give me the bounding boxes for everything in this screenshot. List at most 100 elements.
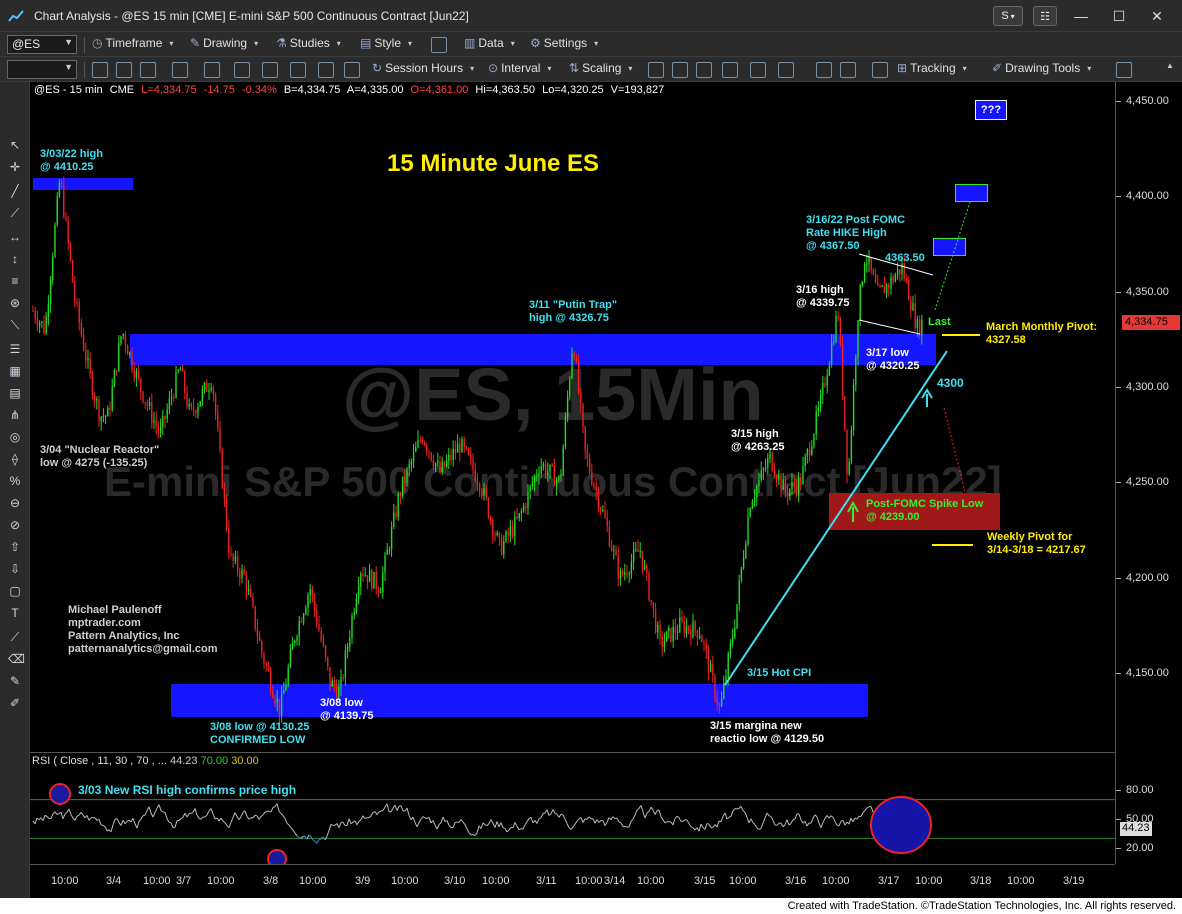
drawing-menu[interactable]: ✎ Drawing ▾ xyxy=(190,36,258,50)
price-candle-body xyxy=(223,488,226,498)
minus-tool-icon[interactable]: ⊖ xyxy=(8,496,22,510)
eyedropper-tool-icon[interactable]: ✎ xyxy=(8,674,22,688)
price-candle-body xyxy=(703,642,705,644)
data-menu[interactable]: ▥ Data ▾ xyxy=(464,36,515,50)
bars-down-icon[interactable] xyxy=(172,62,188,78)
price-candle-body xyxy=(837,316,839,319)
link-icon[interactable] xyxy=(318,62,334,78)
rsi-segment xyxy=(68,808,72,815)
fib-ext-tool-icon[interactable]: ▦ xyxy=(8,364,22,378)
regression-tool-icon[interactable]: ⟍ xyxy=(8,318,22,332)
rsi-segment xyxy=(850,817,854,823)
style-menu[interactable]: ▤ Style ▾ xyxy=(360,36,412,50)
bar-style-icon[interactable] xyxy=(648,62,664,78)
tracking-menu[interactable]: ⊞ Tracking ▾ xyxy=(897,61,967,75)
price-candle-body xyxy=(419,439,421,441)
candle-style-icon[interactable] xyxy=(672,62,688,78)
pointer-icon[interactable] xyxy=(750,62,766,78)
zoom-out-icon[interactable] xyxy=(116,62,132,78)
price-axis[interactable]: 4,450.00 4,400.00 4,350.00 4,300.00 4,25… xyxy=(1115,82,1182,864)
scaling-menu[interactable]: ⇅ Scaling ▾ xyxy=(569,61,632,75)
rsi-segment xyxy=(204,814,208,818)
rsi-segment xyxy=(776,822,780,826)
rsi-segment xyxy=(94,817,98,821)
horizontal-line-icon[interactable]: ↔ xyxy=(8,230,22,244)
price-candle-body xyxy=(239,571,241,579)
list-icon[interactable] xyxy=(290,62,306,78)
grid-icon[interactable] xyxy=(234,62,250,78)
price-candle-body xyxy=(698,635,701,638)
rsi-segment xyxy=(676,815,680,818)
table-icon[interactable] xyxy=(344,62,360,78)
arrow-up-tool-icon[interactable]: ⇧ xyxy=(8,540,22,554)
layout-icon[interactable] xyxy=(431,37,447,53)
andrews-tool-icon[interactable]: ⋔ xyxy=(8,408,22,422)
price-candle-body xyxy=(390,526,393,550)
s-link-button[interactable]: S ▾ xyxy=(993,6,1023,26)
cursor-icon[interactable] xyxy=(92,62,108,78)
settings-menu[interactable]: ⚙ Settings ▾ xyxy=(530,36,598,50)
price-candle-body xyxy=(135,371,138,378)
measure-tool-icon[interactable]: ⟋ xyxy=(8,630,22,644)
arrow-down-tool-icon[interactable]: ⇩ xyxy=(8,562,22,576)
ray-tool-icon[interactable]: ⟋ xyxy=(8,206,22,220)
price-chart-area[interactable]: @ES - 15 min CME L=4,334.75 -14.75 -0.34… xyxy=(30,82,1115,750)
grid-toggle-icon[interactable] xyxy=(872,62,888,78)
close-button[interactable]: ✕ xyxy=(1142,6,1172,26)
crosshair-icon[interactable] xyxy=(778,62,794,78)
rsi-segment xyxy=(530,817,534,824)
expand-toolbar-button[interactable]: ▲ xyxy=(1162,61,1174,70)
maximize-button[interactable]: ☐ xyxy=(1104,6,1134,26)
line-style-icon[interactable] xyxy=(722,62,738,78)
price-candle-body xyxy=(283,690,285,694)
rsi-segment xyxy=(126,819,130,822)
price-candle-body xyxy=(278,698,281,716)
rectangle-tool-icon[interactable]: ▢ xyxy=(8,584,22,598)
pen-tool-icon[interactable]: ✐ xyxy=(8,696,22,710)
rsi-segment xyxy=(216,817,220,822)
studies-menu[interactable]: ⚗ Studies ▾ xyxy=(276,36,341,50)
crosshair-tool-icon[interactable]: ✛ xyxy=(8,160,22,174)
zoom-in-icon[interactable] xyxy=(816,62,832,78)
fib-time-tool-icon[interactable]: ▤ xyxy=(8,386,22,400)
timeframe-menu[interactable]: ◷ Timeframe ▾ xyxy=(92,36,173,50)
rsi-segment xyxy=(56,813,60,815)
rsi-pane[interactable]: RSI ( Close , 11, 30 , 70 , ... 44.23 70… xyxy=(30,752,1115,865)
export-icon[interactable] xyxy=(1116,62,1132,78)
drawing-tools-menu[interactable]: ✐ Drawing Tools ▾ xyxy=(992,61,1091,75)
rsi-segment xyxy=(756,827,760,830)
interval-menu[interactable]: ⊙ Interval ▾ xyxy=(488,61,551,75)
channel-tool-icon[interactable]: ≡ xyxy=(8,274,22,288)
price-candle-body xyxy=(252,596,254,607)
text-tool-icon[interactable]: T xyxy=(8,606,22,620)
annotation-march15-high: 3/15 high @ 4263.25 xyxy=(731,428,785,453)
window-icon[interactable] xyxy=(140,62,156,78)
price-candle-body xyxy=(749,508,751,517)
circle-cycle-icon[interactable]: ◎ xyxy=(8,430,22,444)
secondary-symbol-input[interactable]: ▼ xyxy=(7,60,77,79)
minimize-button[interactable]: — xyxy=(1066,6,1096,26)
rsi-segment xyxy=(628,821,632,828)
zoom-reset-icon[interactable] xyxy=(840,62,856,78)
time-axis[interactable]: 10:00 3/4 10:00 3/7 10:00 3/8 10:00 3/9 … xyxy=(30,864,1115,898)
symbol-input[interactable]: @ES ▼ xyxy=(7,35,77,54)
price-candle-body xyxy=(190,404,193,407)
rsi-segment xyxy=(480,822,484,829)
refresh-icon[interactable] xyxy=(204,62,220,78)
gann-tool-icon[interactable]: ⊛ xyxy=(8,296,22,310)
price-candle-body xyxy=(443,461,446,467)
speed-lines-icon[interactable]: ⟠ xyxy=(8,452,22,466)
layers-icon[interactable] xyxy=(262,62,278,78)
trendline-tool-icon[interactable]: ╱ xyxy=(8,184,22,198)
rsi-segment xyxy=(806,822,810,827)
eraser-tool-icon[interactable]: ⌫ xyxy=(8,652,25,666)
percent-tool-icon[interactable]: % xyxy=(8,474,22,488)
checkmark-tool-icon[interactable]: ⊘ xyxy=(8,518,22,532)
vertical-line-icon[interactable]: ↕ xyxy=(8,252,22,266)
fib-tool-icon[interactable]: ☰ xyxy=(8,342,22,356)
session-hours-menu[interactable]: ↻ Session Hours ▾ xyxy=(372,61,474,75)
hollow-candle-icon[interactable] xyxy=(696,62,712,78)
grid-menu-button[interactable]: ☷ xyxy=(1033,6,1057,26)
annotation-spike-low: Post-FOMC Spike Low @ 4239.00 xyxy=(866,498,984,523)
pointer-tool-icon[interactable]: ↖ xyxy=(8,138,22,152)
